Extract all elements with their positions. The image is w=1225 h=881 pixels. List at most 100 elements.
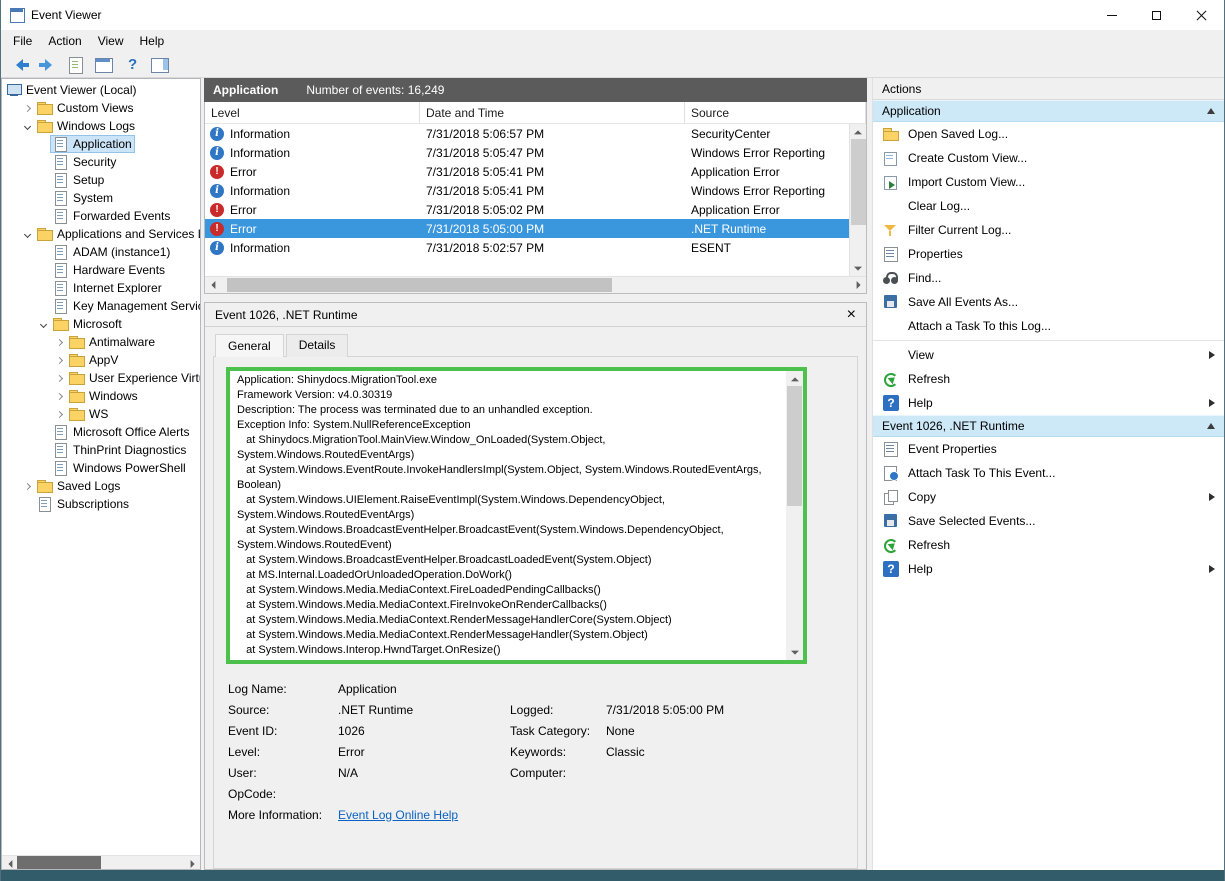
expander-chevron-icon[interactable] [52, 340, 67, 345]
event-row-7-esent[interactable]: Information 7/31/2018 5:02:57 PM ESENT [205, 238, 866, 257]
tree-node[interactable]: Saved Logs [35, 478, 122, 494]
expander-chevron-icon[interactable] [52, 412, 67, 417]
tree-node[interactable]: Hardware Events [51, 262, 167, 278]
action-find[interactable]: Find... [873, 266, 1224, 290]
action-clear-log[interactable]: Clear Log... [873, 194, 1224, 218]
tree-item-forwarded-events[interactable]: Forwarded Events [2, 207, 200, 225]
action-filter-current-log[interactable]: Filter Current Log... [873, 218, 1224, 242]
event-row-1-securitycenter[interactable]: Information 7/31/2018 5:06:57 PM Securit… [205, 124, 866, 143]
action-attach-task-to-this-event[interactable]: Attach Task To This Event... [873, 461, 1224, 485]
scroll-down-icon[interactable] [787, 645, 802, 660]
action-copy[interactable]: Copy [873, 485, 1224, 509]
menu-view[interactable]: View [90, 31, 132, 51]
tree-horizontal-scrollbar[interactable] [2, 855, 200, 869]
tree-item-ws[interactable]: WS [2, 405, 200, 423]
tree-item-internet-explorer[interactable]: Internet Explorer [2, 279, 200, 297]
tree-node[interactable]: System [51, 190, 115, 206]
tab-details[interactable]: Details [286, 334, 349, 357]
collapse-chevron-icon[interactable] [1207, 419, 1215, 429]
action-import-custom-view[interactable]: Import Custom View... [873, 170, 1224, 194]
close-button[interactable] [1179, 0, 1224, 30]
tree-node[interactable]: Forwarded Events [51, 208, 172, 224]
help-icon[interactable] [121, 55, 143, 75]
tree-node[interactable]: Setup [51, 172, 106, 188]
tree-item-subscriptions[interactable]: Subscriptions [2, 495, 200, 513]
close-detail-icon[interactable] [847, 307, 856, 323]
menu-action[interactable]: Action [40, 31, 89, 51]
tree-node[interactable]: Windows PowerShell [51, 460, 188, 476]
tree-item-custom-views[interactable]: Custom Views [2, 99, 200, 117]
column-header-source[interactable]: Source [685, 102, 866, 123]
tree-item-windows[interactable]: Windows [2, 387, 200, 405]
tree-item-application[interactable]: Application [2, 135, 200, 153]
tree-item-system[interactable]: System [2, 189, 200, 207]
event-description-text[interactable]: Application: Shinydocs.MigrationTool.exe… [230, 371, 786, 660]
tree-node[interactable]: Applications and Services Logs [35, 226, 200, 242]
tree-item-key-management-service[interactable]: Key Management Service [2, 297, 200, 315]
tree-node[interactable]: Windows [67, 388, 140, 404]
column-header-date-and-time[interactable]: Date and Time [420, 102, 685, 123]
tree-node[interactable]: Subscriptions [35, 496, 131, 512]
tree-item-windows-powershell[interactable]: Windows PowerShell [2, 459, 200, 477]
scrollbar-thumb[interactable] [17, 856, 101, 869]
tree-item-microsoft-office-alerts[interactable]: Microsoft Office Alerts [2, 423, 200, 441]
action-view[interactable]: View [873, 343, 1224, 367]
tree-item-user-experience-virtualization[interactable]: User Experience Virtualization [2, 369, 200, 387]
scroll-down-icon[interactable] [851, 261, 866, 276]
action-save-selected-events[interactable]: Save Selected Events... [873, 509, 1224, 533]
scrollbar-thumb[interactable] [787, 386, 802, 506]
scroll-right-icon[interactable] [851, 278, 866, 293]
minimize-button[interactable] [1089, 0, 1134, 30]
event-log-online-help-link[interactable]: Event Log Online Help [338, 804, 510, 825]
action-refresh[interactable]: Refresh [873, 533, 1224, 557]
scrollbar-thumb[interactable] [851, 139, 866, 225]
expander-chevron-icon[interactable] [52, 394, 67, 399]
event-row-5-application-error[interactable]: Error 7/31/2018 5:05:02 PM Application E… [205, 200, 866, 219]
tree-node[interactable]: ADAM (instance1) [51, 244, 172, 260]
expander-chevron-icon[interactable] [52, 376, 67, 381]
event-row-4-windows-error-reporting[interactable]: Information 7/31/2018 5:05:41 PM Windows… [205, 181, 866, 200]
tree-node[interactable]: Internet Explorer [51, 280, 164, 296]
tree-node[interactable]: WS [67, 406, 110, 422]
event-row-3-application-error[interactable]: Error 7/31/2018 5:05:41 PM Application E… [205, 162, 866, 181]
action-refresh[interactable]: Refresh [873, 367, 1224, 391]
action-open-saved-log[interactable]: Open Saved Log... [873, 122, 1224, 146]
scroll-right-icon[interactable] [185, 856, 200, 870]
tree-node[interactable]: Antimalware [67, 334, 157, 350]
description-scrollbar[interactable] [786, 371, 803, 660]
tree-item-windows-logs[interactable]: Windows Logs [2, 117, 200, 135]
scrollbar-thumb[interactable] [227, 278, 612, 292]
tree-item-security[interactable]: Security [2, 153, 200, 171]
tree-node[interactable]: Microsoft [51, 316, 124, 332]
tree-node[interactable]: Windows Logs [35, 118, 137, 134]
tree-item-setup[interactable]: Setup [2, 171, 200, 189]
tree-item-hardware-events[interactable]: Hardware Events [2, 261, 200, 279]
forward-icon[interactable] [37, 55, 59, 75]
scroll-left-icon[interactable] [205, 278, 220, 293]
column-header-level[interactable]: Level [205, 102, 420, 123]
action-help[interactable]: Help [873, 557, 1224, 581]
action-properties[interactable]: Properties [873, 242, 1224, 266]
tree-node[interactable]: Application [51, 136, 134, 152]
tree-item-thinprint-diagnostics[interactable]: ThinPrint Diagnostics [2, 441, 200, 459]
event-row-6-net-runtime[interactable]: Error 7/31/2018 5:05:00 PM .NET Runtime [205, 219, 866, 238]
expander-chevron-icon[interactable] [20, 232, 35, 237]
tree-node[interactable]: Event Viewer (Local) [4, 82, 139, 98]
tab-general[interactable]: General [215, 334, 284, 357]
console-window-icon[interactable] [93, 55, 115, 75]
maximize-button[interactable] [1134, 0, 1179, 30]
expander-chevron-icon[interactable] [36, 322, 51, 327]
tree-item-adam-instance1[interactable]: ADAM (instance1) [2, 243, 200, 261]
tree-item-microsoft[interactable]: Microsoft [2, 315, 200, 333]
collapse-chevron-icon[interactable] [1207, 104, 1215, 114]
scroll-up-icon[interactable] [787, 371, 802, 386]
event-row-2-windows-error-reporting[interactable]: Information 7/31/2018 5:05:47 PM Windows… [205, 143, 866, 162]
back-icon[interactable] [9, 55, 31, 75]
expander-chevron-icon[interactable] [20, 484, 35, 489]
tree-item-antimalware[interactable]: Antimalware [2, 333, 200, 351]
expander-chevron-icon[interactable] [20, 124, 35, 129]
tree-item-event-viewer-local[interactable]: Event Viewer (Local) [2, 81, 200, 99]
table-vertical-scrollbar[interactable] [849, 124, 866, 276]
action-pane-icon[interactable] [149, 55, 171, 75]
actions-section-application[interactable]: Application [873, 100, 1224, 122]
